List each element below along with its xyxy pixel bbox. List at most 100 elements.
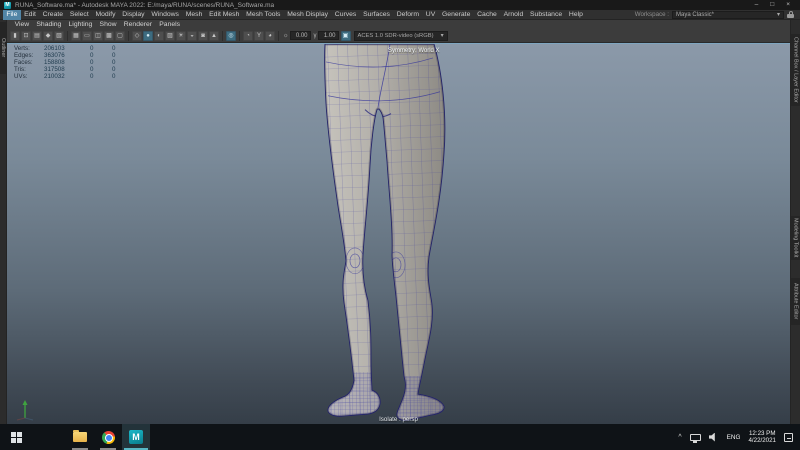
menu-mesh-display[interactable]: Mesh Display [284, 10, 332, 20]
safe-action-icon[interactable]: ▢ [115, 31, 125, 41]
colorspace-dropdown[interactable]: ACES 1.0 SDR-video (sRGB) ▾ [354, 31, 448, 41]
right-dock-strip: Channel Box / Layer Editor Modeling Tool… [790, 20, 800, 424]
viewport-3d[interactable]: Verts: 206103 0 0 Edges: 363076 0 0 Face… [7, 43, 790, 424]
windows-taskbar: M ^ ENG 12:23 PM 4/22/2021 [0, 424, 800, 450]
minimize-button[interactable]: – [755, 2, 759, 9]
hud-extra: 0 [112, 53, 134, 60]
menu-deform[interactable]: Deform [393, 10, 422, 20]
symmetry-hud-label: Symmetry: World X [388, 48, 440, 54]
smooth-shade-icon[interactable]: ● [143, 31, 153, 41]
shadows-icon[interactable]: ◒ [187, 31, 197, 41]
taskbar-file-explorer-button[interactable] [66, 424, 94, 450]
resolution-gate-icon[interactable]: ◫ [93, 31, 103, 41]
display-icon[interactable] [690, 434, 701, 441]
menu-cache[interactable]: Cache [474, 10, 500, 20]
menu-generate[interactable]: Generate [439, 10, 474, 20]
exposure-icon: ☼ [283, 33, 289, 39]
menu-file[interactable]: File [3, 10, 21, 20]
toolbar-separator [128, 31, 129, 41]
camera-attributes-icon[interactable]: ▤ [32, 31, 42, 41]
hud-extra: 0 [112, 46, 134, 53]
tray-expand-icon[interactable]: ^ [678, 434, 681, 441]
taskbar-maya-button[interactable]: M [122, 424, 150, 450]
x-ray-icon[interactable]: ◔ [243, 31, 253, 41]
action-center-icon[interactable] [784, 433, 793, 442]
wireframe-on-shaded-icon[interactable]: ◐ [154, 31, 164, 41]
menu-edit-mesh[interactable]: Edit Mesh [206, 10, 243, 20]
tab-attribute-editor[interactable]: Attribute Editor [791, 278, 800, 325]
panel-menu-lighting[interactable]: Lighting [65, 20, 96, 29]
menu-uv[interactable]: UV [422, 10, 438, 20]
gate-mask-icon[interactable]: ▩ [104, 31, 114, 41]
language-indicator[interactable]: ENG [727, 434, 741, 441]
panel-menu-shading[interactable]: Shading [33, 20, 65, 29]
x-ray-active-icon[interactable]: ◕ [265, 31, 275, 41]
camera-select-icon[interactable]: ▮ [10, 31, 20, 41]
image-plane-icon[interactable]: ▧ [54, 31, 64, 41]
menu-surfaces[interactable]: Surfaces [360, 10, 394, 20]
menu-windows[interactable]: Windows [148, 10, 182, 20]
workspace-dropdown[interactable]: Maya Classic* ▾ [672, 11, 784, 19]
volume-icon[interactable] [709, 433, 719, 442]
menu-mesh-tools[interactable]: Mesh Tools [243, 10, 284, 20]
panel-menu-show[interactable]: Show [96, 20, 120, 29]
start-button[interactable] [2, 424, 30, 450]
toolbar-separator [278, 31, 279, 41]
panel-menu-panels[interactable]: Panels [156, 20, 184, 29]
workspace-value: Maya Classic* [676, 12, 714, 18]
menu-help[interactable]: Help [566, 10, 587, 20]
gamma-control: γ 1.00 [314, 31, 339, 40]
menu-select[interactable]: Select [66, 10, 92, 20]
exposure-field[interactable]: 0.00 [290, 31, 311, 40]
bookmark-icon[interactable]: ◆ [43, 31, 53, 41]
chrome-icon [102, 431, 115, 444]
x-ray-joints-icon[interactable]: Y [254, 31, 264, 41]
menu-modify[interactable]: Modify [92, 10, 119, 20]
menu-edit[interactable]: Edit [21, 10, 40, 20]
wireframe-icon[interactable]: ◇ [132, 31, 142, 41]
heads-up-display-polycount: Verts: 206103 0 0 Edges: 363076 0 0 Face… [14, 46, 134, 81]
model-legs-wireframe[interactable] [7, 44, 790, 424]
menu-display[interactable]: Display [119, 10, 148, 20]
close-button[interactable]: × [786, 2, 790, 9]
menu-mesh[interactable]: Mesh [182, 10, 205, 20]
hud-sel: 0 [90, 60, 112, 67]
viewport-panel-menubar: View Shading Lighting Show Renderer Pane… [7, 20, 790, 29]
anti-aliasing-icon[interactable]: ▲ [209, 31, 219, 41]
chevron-down-icon: ▾ [777, 11, 780, 18]
film-gate-icon[interactable]: ▭ [82, 31, 92, 41]
hud-extra: 0 [112, 74, 134, 81]
menu-arnold[interactable]: Arnold [500, 10, 526, 20]
tab-outliner[interactable]: Outliner [0, 22, 6, 74]
screen-space-ao-icon[interactable]: ◙ [198, 31, 208, 41]
left-dock-strip: Outliner [0, 20, 7, 424]
grid-icon[interactable]: ▦ [71, 31, 81, 41]
hud-value: 210032 [44, 74, 90, 81]
camera-lock-icon[interactable]: ⊡ [21, 31, 31, 41]
taskbar-clock[interactable]: 12:23 PM 4/22/2021 [748, 430, 776, 445]
system-tray: ^ ENG 12:23 PM 4/22/2021 [678, 424, 800, 450]
main-content: Outliner View Shading Lighting Show Rend… [0, 20, 800, 424]
gamma-field[interactable]: 1.00 [318, 31, 339, 40]
toolbar-separator [67, 31, 68, 41]
hud-extra: 0 [112, 60, 134, 67]
view-transform-toggle-icon[interactable]: ▣ [341, 31, 351, 41]
workspace-lock-icon[interactable] [787, 11, 794, 18]
tab-channel-box-layer-editor[interactable]: Channel Box / Layer Editor [791, 34, 800, 106]
hud-sel: 0 [90, 74, 112, 81]
textured-icon[interactable]: ▨ [165, 31, 175, 41]
use-all-lights-icon[interactable]: ☀ [176, 31, 186, 41]
hud-label: UVs: [14, 74, 44, 81]
viewport-camera-label: Isolate : persp [7, 416, 790, 423]
menu-curves[interactable]: Curves [331, 10, 359, 20]
maximize-button[interactable]: □ [770, 2, 774, 9]
maya-icon: M [129, 430, 143, 444]
tab-modeling-toolkit[interactable]: Modeling Toolkit [791, 216, 800, 260]
isolate-select-icon[interactable]: ◎ [226, 31, 236, 41]
viewport-toolbar: ▮ ⊡ ▤ ◆ ▧ ▦ ▭ ◫ ▩ ▢ ◇ ● ◐ ▨ ☀ ◒ ◙ ▲ ◎ ◔ … [7, 29, 790, 43]
panel-menu-view[interactable]: View [11, 20, 33, 29]
taskbar-chrome-button[interactable] [94, 424, 122, 450]
menu-create[interactable]: Create [39, 10, 66, 20]
panel-menu-renderer[interactable]: Renderer [120, 20, 156, 29]
menu-substance[interactable]: Substance [527, 10, 566, 20]
